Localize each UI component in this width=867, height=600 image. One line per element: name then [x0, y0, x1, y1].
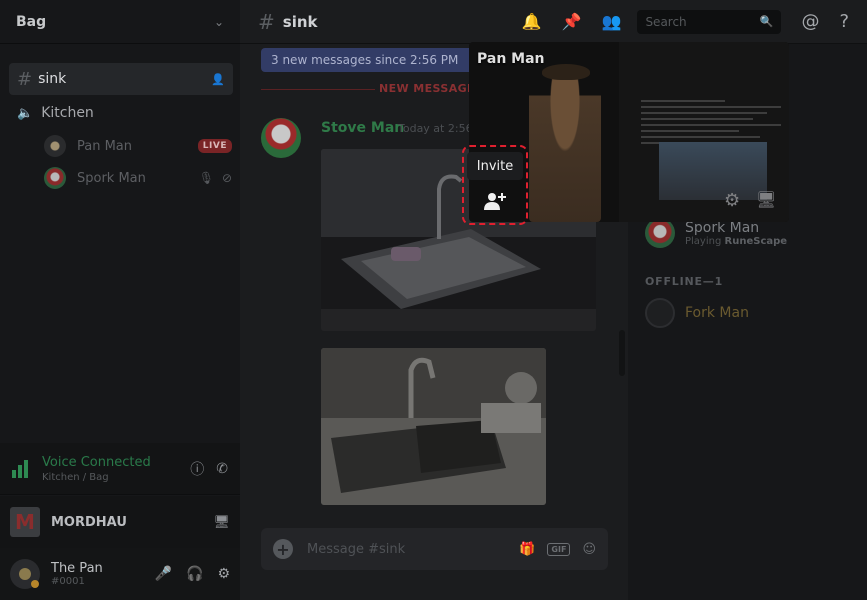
- server-header[interactable]: Bag ⌄: [0, 0, 240, 44]
- hash-icon: #: [17, 68, 33, 90]
- pin-icon[interactable]: 📌: [562, 12, 582, 31]
- avatar: [645, 218, 675, 248]
- user-tag: #0001: [51, 576, 85, 587]
- member-name: Fork Man: [685, 305, 749, 321]
- voice-channel-label: Kitchen: [41, 105, 94, 121]
- user-panel: The Pan #0001 🎤 🎧 ⚙: [0, 548, 240, 600]
- bell-icon[interactable]: 🔔: [522, 12, 542, 31]
- attachment-image-sink-2[interactable]: [321, 348, 546, 505]
- search-placeholder: Search: [645, 14, 687, 29]
- speaker-icon: 🔈: [17, 105, 34, 121]
- game-activity-panel: M MORDHAU 🖥: [0, 496, 240, 548]
- game-name: MORDHAU: [51, 514, 127, 530]
- author-avatar[interactable]: [261, 118, 301, 158]
- search-input[interactable]: Search 🔍: [637, 9, 782, 34]
- mention-icon[interactable]: @: [801, 11, 819, 32]
- live-badge: LIVE: [197, 139, 232, 153]
- deafened-icon: ⊘: [221, 171, 232, 185]
- avatar: [44, 167, 66, 189]
- gear-icon[interactable]: ⚙: [217, 566, 230, 582]
- member-activity-prefix: Playing: [685, 235, 722, 247]
- go-live-icon[interactable]: 🖥: [213, 515, 230, 530]
- voice-connection-panel: Voice Connected Kitchen / Bag ⓘ ✆: [0, 443, 240, 495]
- help-icon[interactable]: ?: [839, 11, 849, 32]
- status-dot: [31, 580, 39, 588]
- chevron-down-icon[interactable]: ⌄: [214, 15, 224, 29]
- signal-strength-icon: [12, 459, 28, 478]
- avatar: [645, 298, 675, 328]
- invite-tooltip-label: Invite: [476, 158, 514, 174]
- gift-icon[interactable]: 🎁: [519, 542, 535, 557]
- avatar: [44, 135, 66, 157]
- channel-title: sink: [282, 12, 318, 31]
- add-user-icon: [484, 193, 506, 210]
- stop-stream-icon[interactable]: 🖥: [756, 190, 776, 209]
- username: The Pan: [51, 561, 103, 576]
- voice-status[interactable]: Voice Connected: [42, 455, 178, 470]
- game-logo: M: [10, 507, 40, 537]
- channel-sink[interactable]: # sink 👤: [9, 63, 233, 95]
- microphone-icon[interactable]: 🎤: [155, 566, 172, 582]
- voice-location: Kitchen / Bag: [42, 471, 109, 483]
- invite-button[interactable]: [467, 183, 523, 219]
- muted-mic-icon: 🎙: [198, 171, 214, 185]
- stream-video-thumbnail: [659, 142, 767, 200]
- members-icon[interactable]: 👥: [602, 12, 622, 31]
- message-input[interactable]: Message #sink: [307, 542, 507, 557]
- search-icon: 🔍: [759, 15, 774, 28]
- stream-character: [529, 67, 601, 222]
- offline-section-header: OFFLINE—1: [645, 275, 724, 288]
- member-spork-man[interactable]: Spork Man Playing RuneScape: [645, 218, 787, 248]
- voice-user-name: Pan Man: [77, 138, 133, 154]
- hash-icon: #: [258, 9, 275, 34]
- message-author[interactable]: Stove Man: [321, 120, 404, 136]
- message-timestamp: Today at 2:56: [398, 122, 473, 135]
- stream-settings-icon[interactable]: ⚙: [724, 190, 740, 211]
- streamer-name: Pan Man: [477, 51, 545, 67]
- member-fork-man[interactable]: Fork Man: [645, 298, 749, 328]
- chat-scrollbar[interactable]: [619, 330, 625, 376]
- avatar[interactable]: [10, 559, 40, 589]
- invite-tooltip: Invite: [467, 152, 523, 180]
- new-messages-text: 3 new messages since 2:56 PM: [271, 53, 459, 67]
- create-invite-icon[interactable]: 👤: [211, 73, 225, 86]
- emoji-icon[interactable]: ☺: [582, 542, 596, 557]
- member-activity: Playing RuneScape: [685, 236, 787, 247]
- gif-button[interactable]: GIF: [547, 542, 571, 556]
- member-activity-game: RuneScape: [724, 235, 788, 247]
- info-icon[interactable]: ⓘ: [190, 459, 204, 479]
- upload-plus-icon[interactable]: +: [273, 539, 293, 559]
- channel-label: sink: [38, 71, 67, 87]
- stream-character-hat: [542, 64, 590, 80]
- channel-header: # sink 🔔 📌 👥 Search 🔍 @ ?: [240, 0, 867, 44]
- voice-channel-kitchen[interactable]: 🔈 Kitchen: [9, 97, 233, 129]
- voice-user-spork-man[interactable]: Spork Man 🎙 ⊘: [44, 165, 232, 191]
- voice-user-name: Spork Man: [77, 170, 146, 186]
- disconnect-icon[interactable]: ✆: [216, 461, 228, 477]
- server-name: Bag: [16, 13, 47, 30]
- voice-user-pan-man[interactable]: Pan Man LIVE: [44, 133, 232, 159]
- message-composer[interactable]: + Message #sink 🎁 GIF ☺: [261, 528, 608, 570]
- stream-document-text: [641, 100, 781, 148]
- headphones-icon[interactable]: 🎧: [186, 566, 203, 582]
